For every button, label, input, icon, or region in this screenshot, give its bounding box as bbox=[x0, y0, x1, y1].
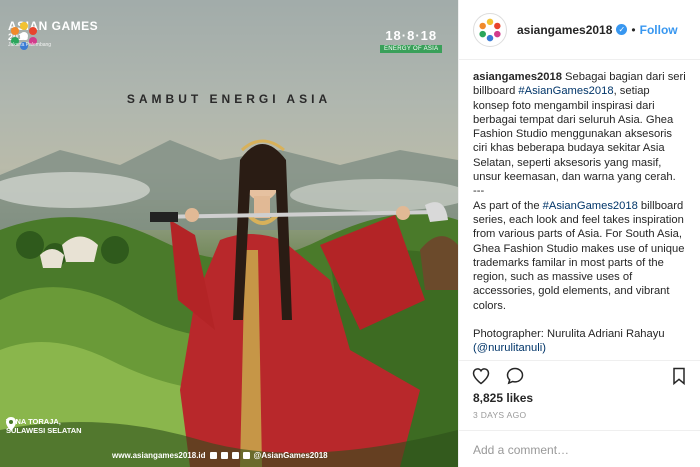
location-pin-icon bbox=[6, 417, 16, 431]
location-line-2: SULAWESI SELATAN bbox=[6, 426, 82, 435]
billboard-headline: SAMBUT ENERGI ASIA bbox=[126, 92, 332, 106]
hashtag-link[interactable]: #AsianGames2018 bbox=[518, 85, 613, 97]
location-line-1: TANA TORAJA, bbox=[6, 417, 61, 426]
asian-games-emblem-icon bbox=[479, 18, 501, 41]
caption-text-en-1: As part of the bbox=[473, 199, 543, 212]
comment-bubble-icon[interactable] bbox=[505, 366, 525, 386]
image-location: TANA TORAJA, SULAWESI SELATAN bbox=[6, 417, 82, 435]
follow-button[interactable]: Follow bbox=[640, 23, 678, 37]
event-date: 18·8·18 bbox=[385, 28, 438, 43]
event-tagline: ENERGY OF ASIA bbox=[380, 45, 443, 53]
hashtag-link[interactable]: #AsianGames2018 bbox=[543, 200, 638, 212]
caption-text-en-2: billboard series, each look and feel tak… bbox=[473, 199, 685, 312]
comment-box bbox=[459, 430, 700, 467]
bookmark-icon[interactable] bbox=[669, 366, 689, 386]
photographer-credit: Photographer: Nurulita Adriani Rahayu bbox=[473, 328, 665, 341]
username-link[interactable]: asiangames2018 bbox=[517, 23, 612, 37]
post-panel: asiangames2018 ✓ • Follow asiangames2018… bbox=[458, 0, 700, 467]
verified-badge-icon: ✓ bbox=[616, 24, 628, 35]
facebook-icon bbox=[209, 452, 217, 459]
scene-illustration bbox=[0, 0, 458, 467]
asian-games-logo: ASIAN GAMES 2018 Jakarta Palembang bbox=[8, 20, 98, 50]
caption-text-id-2: , setiap konsep foto mengambil inspirasi… bbox=[473, 85, 676, 184]
image-footer: www.asiangames2018.id @AsianGames2018 bbox=[112, 451, 328, 460]
post-caption: asiangames2018 Sebagai bagian dari seri … bbox=[459, 60, 700, 360]
separator-dot: • bbox=[631, 22, 636, 37]
caption-separator: --- bbox=[473, 185, 485, 198]
like-heart-icon[interactable] bbox=[471, 366, 491, 386]
caption-username[interactable]: asiangames2018 bbox=[473, 71, 562, 83]
logo-subtitle: Jakarta Palembang bbox=[8, 42, 52, 48]
likes-count[interactable]: 8,825 likes bbox=[473, 391, 533, 405]
twitter-icon bbox=[220, 452, 228, 459]
youtube-icon bbox=[242, 452, 250, 459]
post-header: asiangames2018 ✓ • Follow bbox=[459, 0, 700, 60]
avatar[interactable] bbox=[473, 12, 507, 47]
comment-input[interactable] bbox=[473, 443, 687, 457]
event-date-badge: 18·8·18 ENERGY OF ASIA bbox=[380, 28, 443, 53]
post-timestamp[interactable]: 3 DAYS AGO bbox=[473, 410, 526, 420]
post-image[interactable]: ASIAN GAMES 2018 Jakarta Palembang 18·8·… bbox=[0, 0, 458, 467]
website-text: www.asiangames2018.id bbox=[112, 451, 206, 460]
social-handle: @AsianGames2018 bbox=[253, 451, 328, 460]
post-actions bbox=[459, 360, 700, 390]
photographer-handle-link[interactable]: (@nurulitanuli) bbox=[473, 341, 686, 355]
instagram-icon bbox=[231, 452, 239, 459]
